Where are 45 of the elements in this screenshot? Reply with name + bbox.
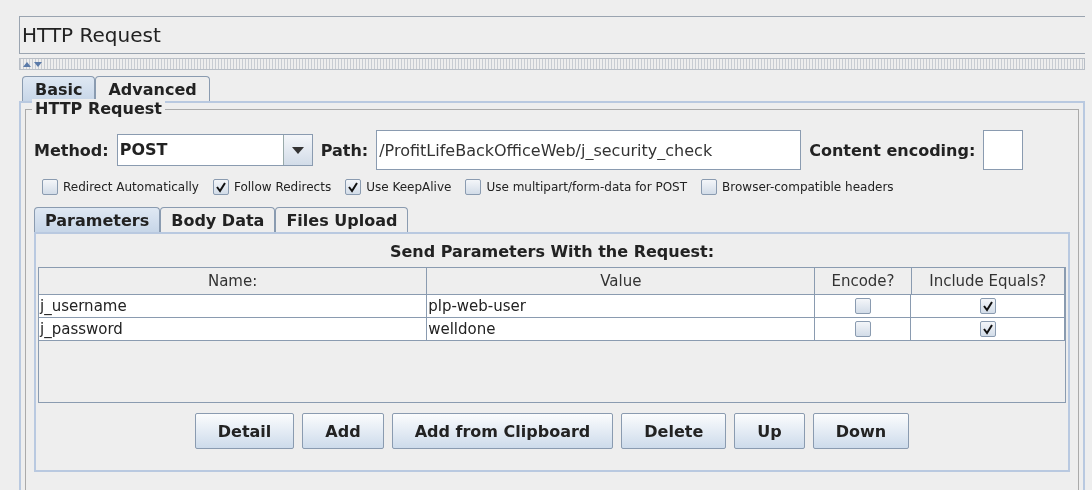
action-button[interactable]: Add from Clipboard xyxy=(391,413,614,449)
action-button[interactable]: Down xyxy=(812,413,910,449)
checkbox-label: Browser-compatible headers xyxy=(722,180,894,194)
checkbox[interactable] xyxy=(980,321,997,337)
checkbox[interactable] xyxy=(855,298,872,314)
table-cell[interactable]: plp-web-user xyxy=(427,295,816,318)
checkbox[interactable] xyxy=(42,179,58,195)
checkbox[interactable] xyxy=(345,179,362,195)
checkbox-label: Use KeepAlive xyxy=(366,180,452,194)
table-cell[interactable]: j_username xyxy=(39,295,428,318)
tab[interactable]: Advanced xyxy=(95,76,210,101)
column-header: Name: xyxy=(39,268,428,295)
column-header: Encode? xyxy=(815,268,912,295)
table-cell[interactable]: j_password xyxy=(39,318,428,341)
action-button[interactable]: Detail xyxy=(194,413,295,449)
checkbox[interactable] xyxy=(701,179,718,195)
panel-title: HTTP Request xyxy=(22,23,161,47)
checkbox-label: Redirect Automatically xyxy=(63,180,199,194)
checkbox[interactable] xyxy=(465,179,482,195)
table-cell[interactable]: welldone xyxy=(427,318,816,341)
checkbox-label: Use multipart/form-data for POST xyxy=(486,180,688,194)
collapse-arrows-icon[interactable] xyxy=(22,60,44,68)
content-encoding-field[interactable] xyxy=(983,130,1024,170)
tab[interactable]: Basic xyxy=(22,76,96,101)
checkbox-label: Follow Redirects xyxy=(233,180,332,194)
column-header: Include Equals? xyxy=(911,268,1065,295)
method-label: Method: xyxy=(34,140,109,160)
table-caption: Send Parameters With the Request: xyxy=(388,241,716,263)
action-button[interactable]: Delete xyxy=(621,413,727,449)
path-label: Path: xyxy=(320,140,369,160)
tab[interactable]: Files Upload xyxy=(275,207,409,232)
checkbox[interactable] xyxy=(980,298,997,314)
tab[interactable]: Parameters xyxy=(34,207,161,232)
content-encoding-label: Content encoding: xyxy=(809,140,976,160)
checkbox[interactable] xyxy=(855,321,872,337)
tab[interactable]: Body Data xyxy=(160,207,276,232)
method-dropdown[interactable]: POST xyxy=(116,134,313,166)
action-button[interactable]: Up xyxy=(734,413,805,449)
path-field[interactable]: /ProfitLifeBackOfficeWeb/j_security_check xyxy=(376,130,802,170)
checkbox[interactable] xyxy=(212,179,229,195)
group-title: HTTP Request xyxy=(32,99,165,118)
splitter-bar[interactable] xyxy=(19,58,1085,70)
action-button[interactable]: Add xyxy=(302,413,384,449)
column-header: Value xyxy=(427,268,816,295)
caret-icon xyxy=(291,146,304,154)
